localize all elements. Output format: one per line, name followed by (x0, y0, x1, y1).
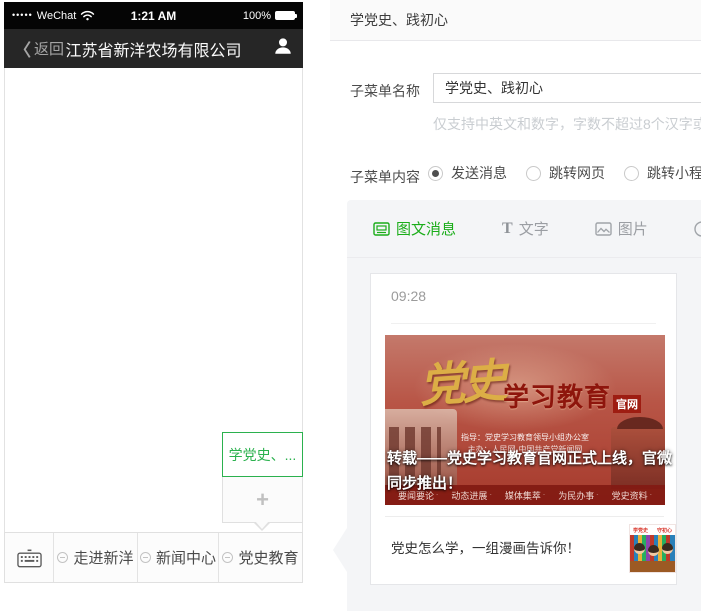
battery-percent: 100% (243, 10, 271, 22)
radio-label: 发送消息 (451, 163, 507, 183)
thumb-cartoon-graphic (630, 535, 675, 573)
menu-item-dangshijiaoyu[interactable]: 党史教育 (219, 533, 302, 582)
collapse-icon (222, 552, 233, 563)
image-icon (595, 222, 612, 236)
add-submenu-button[interactable]: + (222, 476, 303, 523)
keyboard-toggle-button[interactable] (5, 533, 54, 582)
collapse-icon (57, 552, 68, 563)
tab-rich-media[interactable]: 图文消息 (373, 218, 456, 239)
cartoon-figure (662, 543, 673, 554)
tab-label: 图片 (618, 218, 648, 239)
collapse-icon (140, 552, 151, 563)
tab-image[interactable]: 图片 (595, 218, 648, 239)
radio-icon (624, 166, 639, 181)
message-time: 09:28 (391, 288, 426, 304)
editor-header-title: 学党史、践初心 (350, 10, 448, 30)
cover-title-text: 学习教育 (503, 377, 611, 414)
cover-headline: 转载——党史学习教育官网正式上线，官微同步推出！ (387, 446, 679, 496)
profile-person-icon[interactable] (273, 36, 293, 61)
divider (385, 516, 664, 517)
menu-item-label: 党史教育 (238, 547, 298, 568)
thumb-label-right: 守初心 (657, 527, 672, 534)
audio-icon (694, 221, 701, 237)
phone-bottom-menu-bar: 走进新洋 新闻中心 党史教育 (4, 532, 303, 583)
menu-item-xinwenzhongxin[interactable]: 新闻中心 (138, 533, 219, 582)
submenu-item-label: 学党史、... (229, 445, 297, 465)
radio-jump-miniprogram[interactable]: 跳转小程序 (624, 163, 701, 183)
cover-caption-1: 指导：党史学习教育领导小组办公室 (385, 432, 665, 443)
editor-header: 学党史、践初心 (330, 0, 701, 41)
tab-label: 文字 (519, 218, 549, 239)
radio-send-message[interactable]: 发送消息 (428, 163, 507, 183)
submenu-content-label: 子菜单内容 (350, 167, 420, 187)
radio-label: 跳转小程序 (647, 163, 701, 183)
tab-text[interactable]: T 文字 (502, 218, 549, 239)
cover-calligraphy-text: 党史 (417, 344, 505, 416)
radio-jump-webpage[interactable]: 跳转网页 (526, 163, 605, 183)
cover-badge: 官网 (613, 395, 641, 413)
second-article-title[interactable]: 党史怎么学，一组漫画告诉你！ (391, 537, 580, 557)
radio-selected-icon (428, 166, 443, 181)
thumb-label-left: 学党史 (633, 527, 648, 534)
back-chevron-icon: 〈 (14, 36, 31, 61)
divider (391, 323, 656, 324)
phone-nav-bar: 〈 返回 江苏省新洋农场有限公司 (4, 29, 303, 68)
menu-item-label: 走进新洋 (73, 547, 133, 568)
wechat-menu-editor-page: ••••• WeChat 1:21 AM 100% 〈 返回 江苏省新洋农场有限… (0, 0, 701, 611)
submenu-name-hint: 仅支持中英文和数字，字数不超过8个汉字或16个字母 (433, 114, 701, 134)
phone-status-bar: ••••• WeChat 1:21 AM 100% (4, 2, 303, 29)
account-title: 江苏省新洋农场有限公司 (44, 37, 263, 61)
keyboard-icon (17, 548, 42, 568)
submenu-name-label: 子菜单名称 (350, 81, 420, 101)
submenu-item-selected[interactable]: 学党史、... (222, 432, 303, 477)
card-pointer-notch (333, 528, 347, 572)
content-type-radio-group: 发送消息 跳转网页 跳转小程序 (428, 163, 701, 183)
tab-audio[interactable]: 语音 (694, 218, 701, 239)
cartoon-figure (634, 543, 645, 554)
second-article-thumbnail[interactable]: 学党史 守初心 (629, 524, 676, 573)
menu-item-label: 新闻中心 (156, 547, 216, 568)
submenu-name-input[interactable] (433, 73, 701, 103)
rich-media-icon (373, 222, 390, 236)
text-t-icon: T (502, 220, 513, 238)
cartoon-figure (648, 545, 659, 556)
menu-item-zoujinxinyang[interactable]: 走进新洋 (54, 533, 138, 582)
plus-icon: + (256, 487, 269, 513)
radio-label: 跳转网页 (549, 163, 605, 183)
tab-label: 图文消息 (396, 218, 456, 239)
message-preview-card: 09:28 党史 学习教育 官网 指导：党史学习教育领导小组办公室 主办：人民网… (370, 273, 677, 585)
battery-icon (275, 11, 295, 20)
cartoon-desk (630, 561, 675, 573)
radio-icon (526, 166, 541, 181)
message-type-tabs: 图文消息 T 文字 图片 语音 (347, 200, 701, 258)
popup-caret-fill (255, 521, 269, 529)
